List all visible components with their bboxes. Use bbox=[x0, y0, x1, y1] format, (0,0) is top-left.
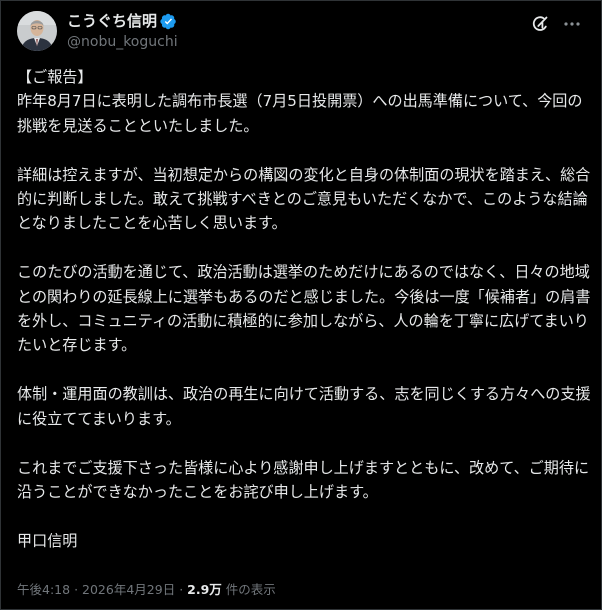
author-handle[interactable]: @nobu_koguchi bbox=[67, 32, 178, 52]
avatar[interactable] bbox=[17, 11, 57, 51]
author-name-row: こうぐち信明 bbox=[67, 11, 178, 31]
post-time[interactable]: 午後4:18 bbox=[17, 582, 70, 597]
view-count-label: 件の表示 bbox=[225, 582, 276, 597]
header-actions bbox=[527, 11, 585, 37]
verified-badge-icon bbox=[160, 13, 177, 30]
author-display-name[interactable]: こうぐち信明 bbox=[67, 11, 157, 31]
avatar-image bbox=[17, 11, 57, 51]
grok-icon[interactable] bbox=[527, 11, 553, 37]
post-date[interactable]: 2026年4月29日 bbox=[82, 582, 175, 597]
post-body-text: 【ご報告】 昨年8月7日に表明した調布市長選（7月5日投開票）への出馬準備につい… bbox=[17, 68, 591, 550]
post-header: こうぐち信明 @nobu_koguchi bbox=[17, 11, 585, 53]
author-info: こうぐち信明 @nobu_koguchi bbox=[67, 11, 178, 52]
more-icon[interactable] bbox=[559, 11, 585, 37]
post-meta: 午後4:18 · 2026年4月29日 · 2.9万 件の表示 bbox=[17, 581, 276, 599]
meta-separator: · bbox=[74, 582, 79, 597]
post-card: こうぐち信明 @nobu_koguchi 【ご報告】 昨年8月7日に表明した調布… bbox=[0, 0, 602, 610]
meta-separator: · bbox=[179, 582, 184, 597]
view-count[interactable]: 2.9万 bbox=[187, 582, 222, 597]
